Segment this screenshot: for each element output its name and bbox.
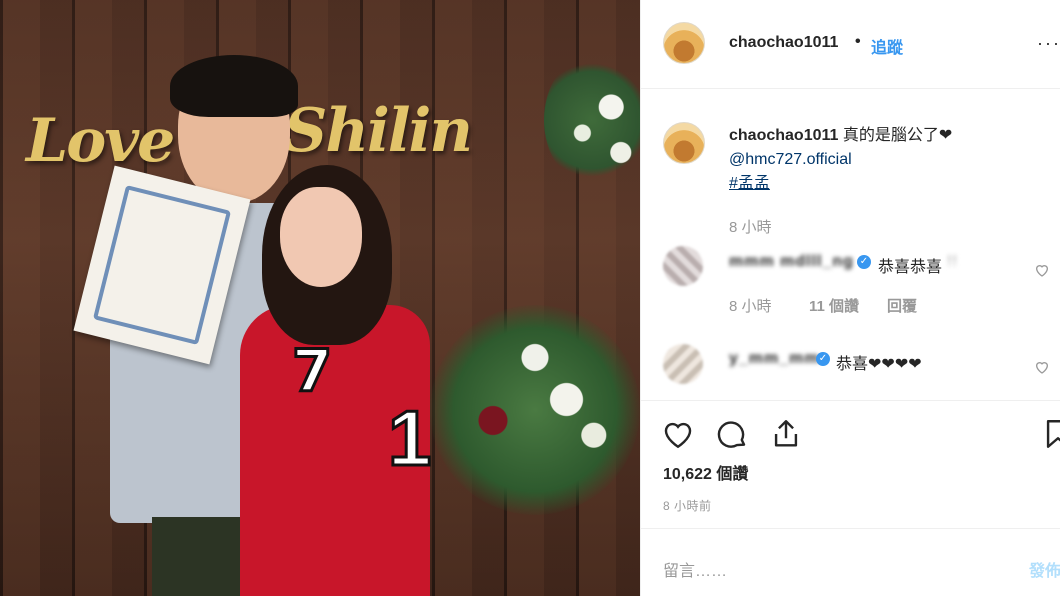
like-heart-icon[interactable] xyxy=(661,417,695,451)
man-hair xyxy=(170,55,298,117)
caption-mention[interactable]: @hmc727.official xyxy=(729,148,1049,172)
woman-face xyxy=(280,187,362,287)
post-time-ago: 8 小時前 xyxy=(663,499,712,513)
comment-time[interactable]: 8 小時 xyxy=(729,295,772,316)
flower-arrangement-bottom xyxy=(430,305,640,515)
comment-composer: 留言…… 發佈 xyxy=(641,528,1060,597)
share-icon[interactable] xyxy=(769,417,803,451)
post-caption: chaochao1011 真的是腦公了❤ @hmc727.official #孟… xyxy=(729,124,1049,196)
comment-avatar[interactable] xyxy=(663,344,703,384)
verified-badge-icon: ✓ xyxy=(857,255,871,269)
comment-like-heart-icon[interactable] xyxy=(1034,359,1050,375)
woman-figure: 7 1 xyxy=(240,165,440,596)
post-comment-button[interactable]: 發佈 xyxy=(1029,557,1060,581)
comment-input[interactable]: 留言…… xyxy=(663,557,727,581)
follow-button[interactable]: 追蹤 xyxy=(871,34,903,58)
comment-like-heart-icon[interactable] xyxy=(1034,262,1050,278)
comment-username-blurred[interactable]: mmm mdlll_ng xyxy=(729,253,854,271)
caption-username[interactable]: chaochao1011 xyxy=(729,127,838,144)
comment-bubble-icon[interactable] xyxy=(715,417,749,451)
post-header: chaochao1011 • 追蹤 ··· xyxy=(641,0,1060,89)
comment-text: 恭喜恭喜 xyxy=(878,259,943,276)
comment-likes[interactable]: 11 個讚 xyxy=(809,295,859,316)
flower-arrangement-top xyxy=(544,55,640,185)
comment-username-blurred[interactable]: y_mm_mm xyxy=(729,350,820,368)
jersey-number-sleeve: 1 xyxy=(386,393,432,484)
jersey-number-front: 7 xyxy=(290,336,333,407)
comment-avatar[interactable] xyxy=(663,246,703,286)
bookmark-icon[interactable] xyxy=(1041,417,1060,451)
like-count[interactable]: 10,622 個讚 xyxy=(663,460,748,484)
separator-dot: • xyxy=(855,33,861,50)
author-avatar[interactable] xyxy=(663,22,705,64)
caption-time[interactable]: 8 小時 xyxy=(729,216,772,237)
comment-text: 恭喜❤❤❤❤ xyxy=(836,356,922,373)
caption-avatar[interactable] xyxy=(663,122,705,164)
post-sidebar: chaochao1011 • 追蹤 ··· chaochao1011 真的是腦公… xyxy=(640,0,1060,596)
more-options-icon[interactable]: ··· xyxy=(1037,33,1060,54)
comment-trailing-blurred: !! xyxy=(947,253,958,270)
caption-text: 真的是腦公了❤ xyxy=(842,127,953,144)
post-photo[interactable]: Love Shilin 7 1 xyxy=(0,0,640,596)
reply-button[interactable]: 回覆 xyxy=(887,295,917,316)
verified-badge-icon: ✓ xyxy=(816,352,830,366)
caption-hashtag[interactable]: #孟孟 xyxy=(729,172,1049,196)
author-username[interactable]: chaochao1011 xyxy=(729,34,838,52)
